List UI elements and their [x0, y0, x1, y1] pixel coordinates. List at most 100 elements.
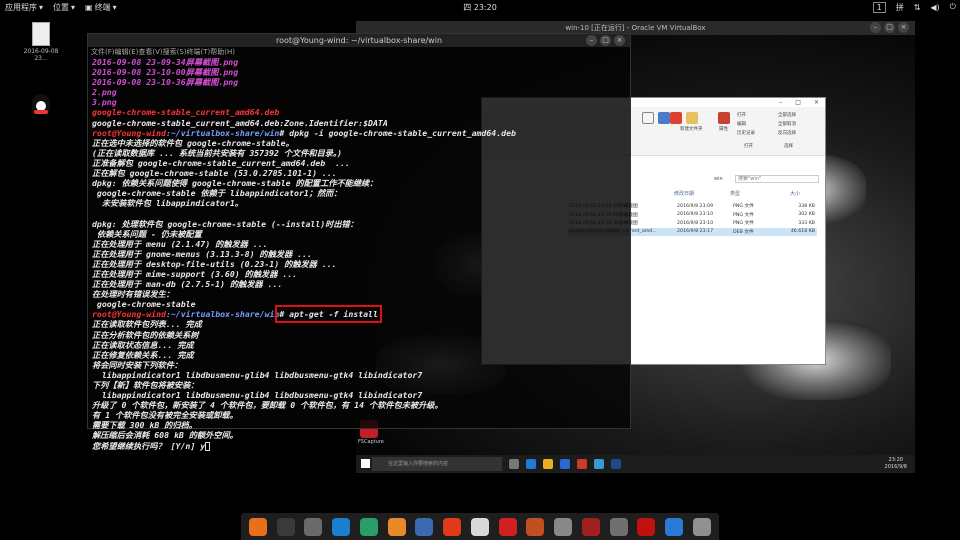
col-size[interactable]: 大小: [790, 190, 800, 197]
power-icon[interactable]: ⏻: [950, 2, 956, 12]
address-bar[interactable]: win: [714, 176, 723, 182]
terminal-line: 将会同时安装下列软件：: [92, 359, 183, 370]
netease-music-icon[interactable]: [498, 517, 517, 536]
terminal-line: 2.png: [92, 87, 117, 98]
terminal-line: 正在处理用于 man-db (2.7.5-1) 的触发器 ...: [92, 279, 283, 290]
terminal-line: 您希望继续执行吗？ [Y/n] y: [92, 441, 626, 451]
cut-icon[interactable]: [642, 112, 654, 124]
cell-size: 333 KB: [798, 220, 815, 226]
col-date[interactable]: 修改日期: [674, 190, 730, 197]
vm-clock[interactable]: 23:20 2016/9/8: [885, 457, 907, 471]
app-icon[interactable]: [577, 459, 587, 469]
vscode-icon[interactable]: [665, 517, 684, 536]
tool-icon[interactable]: [415, 517, 434, 536]
game-icon[interactable]: [359, 517, 378, 536]
terminal-line: (正在读取数据库 ... 系统当前共安装有 357392 个文件和目录。): [92, 147, 342, 158]
volume-icon[interactable]: ◀): [930, 3, 939, 12]
vm-taskbar: 在这里输入你要搜索的内容 23:20 2016/9/8: [356, 455, 915, 473]
firefox-icon[interactable]: [248, 517, 267, 536]
close-button[interactable]: ×: [898, 22, 909, 33]
wine-icon[interactable]: [581, 517, 600, 536]
terminal-line: dpkg: 依赖关系问题使得 google-chrome-stable 的配置工…: [92, 178, 378, 189]
terminal-small-icon: ▣: [85, 2, 93, 12]
desktop-file[interactable]: 2016-09-08 23...: [18, 22, 64, 62]
invert-selection-label[interactable]: 反向选择: [778, 130, 796, 136]
terminal-line: google-chrome-stable: [92, 299, 196, 310]
media-icon[interactable]: [526, 517, 545, 536]
terminal-line: 需要下载 300 kB 的归档。: [92, 420, 197, 431]
input-method[interactable]: 拼: [896, 2, 904, 13]
close-button[interactable]: ×: [614, 35, 625, 46]
edit-label[interactable]: 编辑: [737, 121, 746, 127]
store-icon[interactable]: [560, 459, 570, 469]
virus-icon[interactable]: [637, 517, 656, 536]
app2-icon[interactable]: [594, 459, 604, 469]
new-folder-label[interactable]: 新建文件夹: [680, 126, 703, 132]
terminal-line: 2016-09-08 23-09-34屏幕截图.png: [92, 57, 239, 67]
prompt-dir: :~/virtualbox-share/win: [165, 309, 280, 320]
window-icon[interactable]: [692, 517, 711, 536]
command-text: # apt-get -f install: [275, 305, 382, 324]
clapper-icon[interactable]: [470, 517, 489, 536]
workspace-indicator[interactable]: 1: [872, 1, 886, 13]
explorer-search[interactable]: 搜索"win": [735, 175, 819, 183]
chevron-down-icon: ▾: [112, 2, 117, 12]
foxit-icon[interactable]: [443, 517, 462, 536]
minimize-button[interactable]: –: [586, 35, 597, 46]
malwarebytes-icon[interactable]: [332, 517, 351, 536]
windows-start-icon[interactable]: [361, 459, 370, 468]
terminal-line: root@Young-wind:~/virtualbox-share/win# …: [92, 305, 626, 324]
open-label[interactable]: 打开: [737, 112, 746, 118]
cell-size: 338 KB: [798, 203, 815, 209]
cell-type: DEB 文件: [733, 229, 754, 235]
terminal-output[interactable]: 2016-09-08 23-09-34屏幕截图.png 2016-09-08 23…: [88, 57, 630, 451]
terminal-line: 正在处理用于 desktop-file-utils (0.23-1) 的触发器 …: [92, 258, 337, 269]
select-all-label[interactable]: 全部选择: [778, 112, 796, 118]
task-view-icon[interactable]: [509, 459, 519, 469]
photoshop-icon[interactable]: [611, 459, 621, 469]
history-label[interactable]: 历史记录: [737, 130, 755, 136]
move-icon[interactable]: [658, 112, 670, 124]
properties-label[interactable]: 属性: [719, 126, 728, 132]
applications-menu[interactable]: 应用程序 ▾: [0, 2, 48, 13]
clock[interactable]: 四 23:20: [0, 2, 960, 13]
network-icon[interactable]: ⇅: [914, 3, 921, 12]
minimize-icon[interactable]: –: [779, 99, 782, 106]
minimize-button[interactable]: –: [870, 22, 881, 33]
folder-icon[interactable]: [543, 459, 553, 469]
sublime-text-icon[interactable]: [387, 517, 406, 536]
terminal-titlebar[interactable]: root@Young-wind: ~/virtualbox-share/win …: [88, 34, 630, 47]
cell-date: 2016/9/8 23:09: [677, 203, 714, 209]
desktop-qq[interactable]: QQ: [18, 94, 64, 114]
chevron-down-icon: ▾: [71, 2, 76, 12]
terminal-icon[interactable]: [276, 517, 295, 536]
maximize-button[interactable]: □: [600, 35, 611, 46]
maximize-icon[interactable]: □: [795, 99, 801, 106]
vm-search-box[interactable]: 在这里输入你要搜索的内容: [372, 457, 502, 471]
terminal-line: root@Young-wind:~/virtualbox-share/win# …: [92, 128, 626, 138]
terminal-line: 有 1 个软件包没有被完全安装或卸载。: [92, 410, 238, 421]
terminal-line: google-chrome-stable_current_amd64.deb:Z…: [92, 117, 388, 128]
column-headers: 修改日期 类型 大小: [674, 190, 824, 197]
properties-icon[interactable]: [718, 112, 730, 124]
terminal-line: 正在分析软件包的依赖关系树: [92, 329, 199, 340]
terminal-menu[interactable]: ▣ 终端 ▾: [80, 2, 122, 13]
terminal-line: 正在处理用于 gnome-menus (3.13.3-8) 的触发器 ...: [92, 248, 312, 259]
terminal-line: 正准备解包 google-chrome-stable_current_amd64…: [92, 157, 350, 168]
archive-icon[interactable]: [609, 517, 628, 536]
places-menu[interactable]: 位置 ▾: [48, 2, 80, 13]
select-none-label[interactable]: 全部取消: [778, 121, 796, 127]
new-folder-icon[interactable]: [686, 112, 698, 124]
delete-icon[interactable]: [670, 112, 682, 124]
edge-icon[interactable]: [526, 459, 536, 469]
terminal-line: 升级了 0 个软件包，新安装了 4 个软件包，要卸载 0 个软件包，有 14 个…: [92, 400, 443, 411]
screenshot-icon[interactable]: [554, 517, 573, 536]
terminal-window[interactable]: root@Young-wind: ~/virtualbox-share/win …: [87, 33, 631, 451]
places-label: 位置: [53, 2, 70, 12]
file-manager-icon[interactable]: [304, 517, 323, 536]
maximize-button[interactable]: □: [884, 22, 895, 33]
col-type[interactable]: 类型: [730, 190, 790, 197]
close-icon[interactable]: ×: [814, 99, 819, 106]
terminal-line: 正在选中未选择的软件包 google-chrome-stable。: [92, 137, 294, 148]
terminal-menubar[interactable]: 文件(F)编辑(E)查看(V)搜索(S)终端(T)帮助(H): [88, 47, 630, 57]
